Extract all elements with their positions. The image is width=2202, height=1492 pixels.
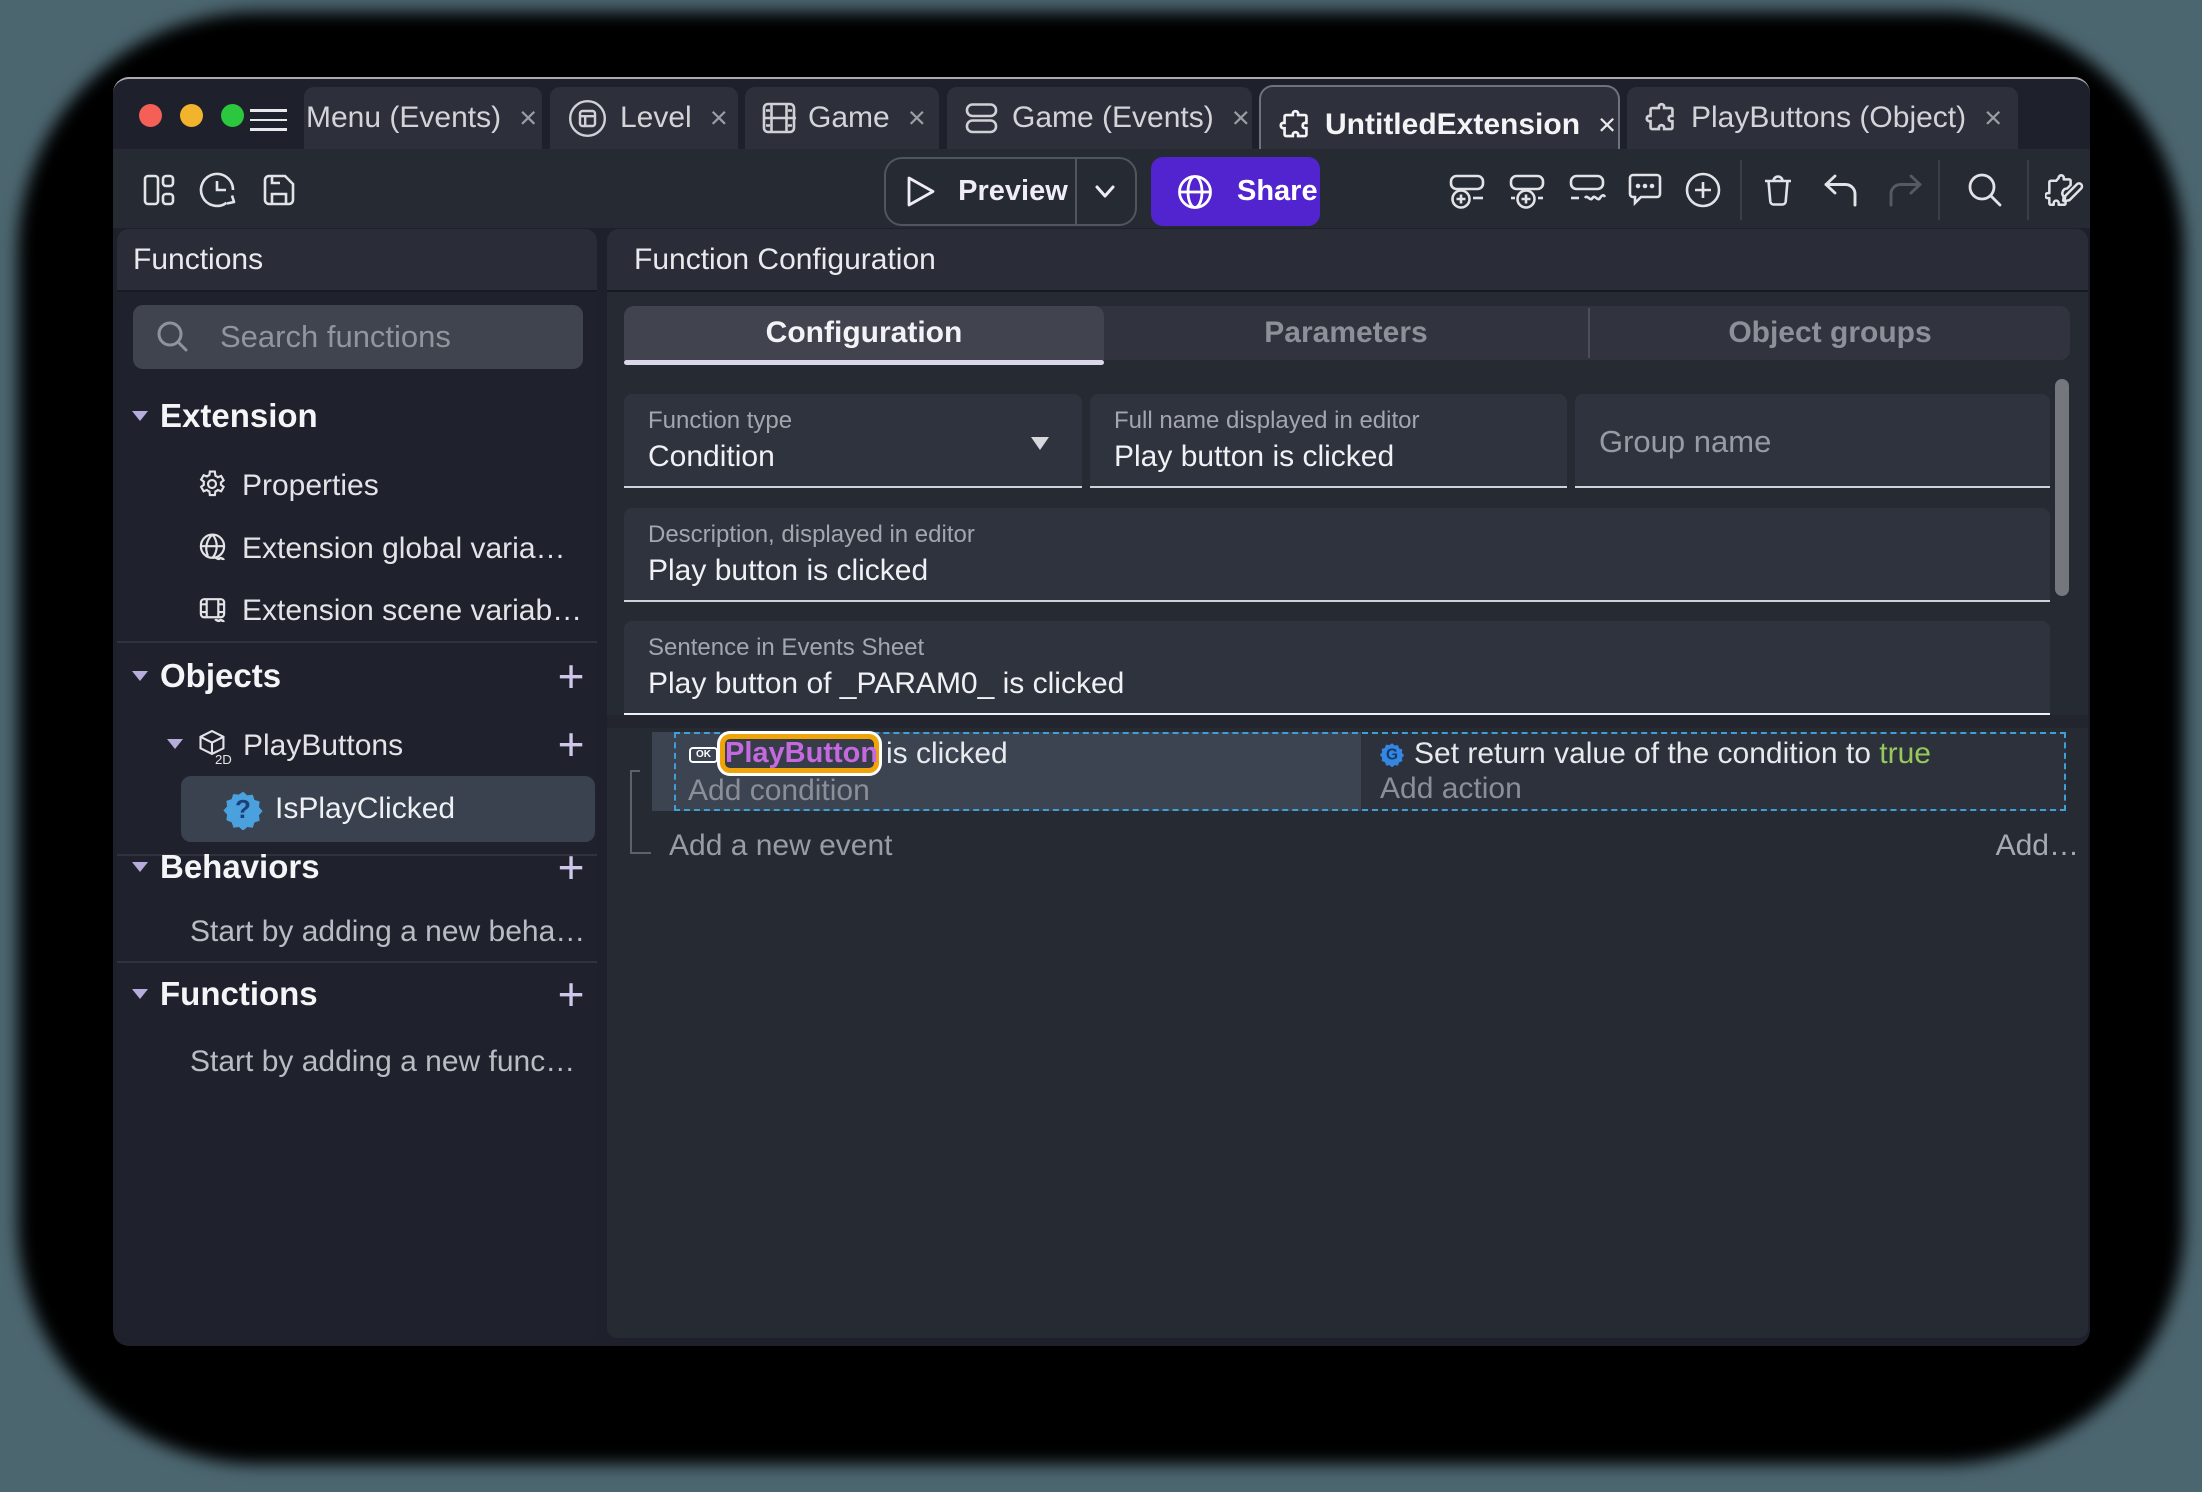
svg-text:?: ?: [235, 794, 251, 824]
svg-text:G: G: [1386, 747, 1398, 764]
svg-text:2D: 2D: [215, 752, 232, 765]
